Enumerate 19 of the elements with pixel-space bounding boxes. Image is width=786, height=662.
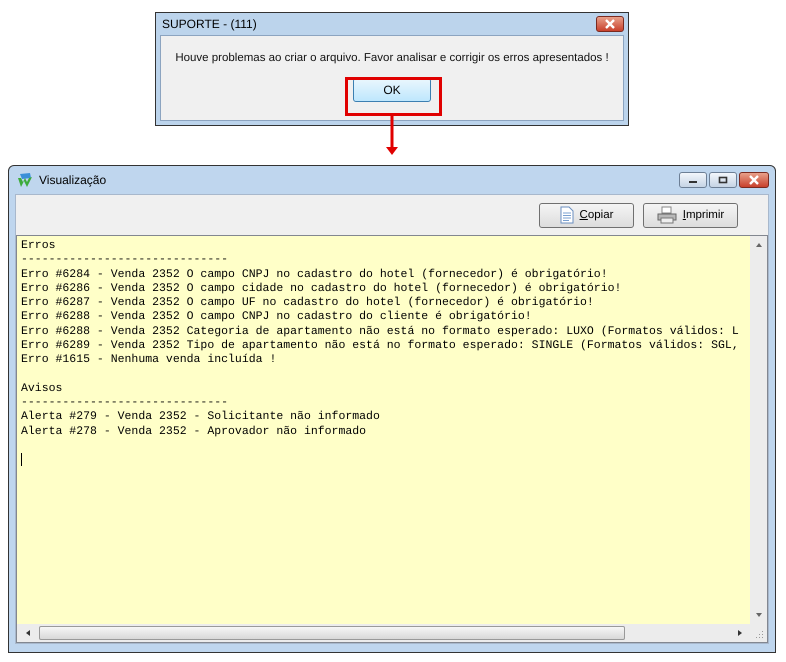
- dialog-message: Houve problemas ao criar o arquivo. Favor analisar e corrigir os erros apresentados !: [175, 52, 609, 64]
- report-line: Erro #6286 - Venda 2352 O campo cidade no cadastro do hotel (fornecedor) é obrigatório!: [21, 282, 622, 296]
- report-line: Alerta #279 - Venda 2352 - Solicitante não informado: [21, 410, 380, 425]
- report-line: Erro #6287 - Venda 2352 O campo UF no cadastro do hotel (fornecedor) é obrigatório!: [21, 296, 594, 310]
- window-title: Visualização: [39, 173, 106, 187]
- section-heading: Avisos: [21, 382, 62, 396]
- print-button[interactable]: Imprimir: [643, 202, 738, 228]
- report-line: Erro #6284 - Venda 2352 O campo CNPJ no cadastro do hotel (fornecedor) é obrigatório!: [21, 268, 608, 282]
- report-line: Erro #6288 - Venda 2352 Categoria de apartamento não está no formato esperado: LUXO (Formatos válidos: L: [21, 324, 739, 340]
- separator-line: ------------------------------: [21, 253, 228, 268]
- dialog-title: SUPORTE - (111): [161, 17, 257, 31]
- report-line: Erro #6288 - Venda 2352 O campo CNPJ no cadastro do cliente é obrigatório!: [21, 310, 532, 325]
- copy-button[interactable]: Copiar: [539, 202, 634, 228]
- report-line: Erro #1615 - Nenhuma venda incluída !: [21, 353, 276, 368]
- section-heading: Erros: [21, 239, 56, 254]
- report-line: Erro #6289 - Venda 2352 Tipo de apartamento não está no formato esperado: SINGLE (Formatos válidos: SGL,: [21, 339, 739, 354]
- separator-line: ------------------------------: [21, 396, 228, 410]
- report-line: Alerta #278 - Venda 2352 - Aprovador não informado: [21, 424, 366, 439]
- ok-button[interactable]: OK: [353, 78, 431, 102]
